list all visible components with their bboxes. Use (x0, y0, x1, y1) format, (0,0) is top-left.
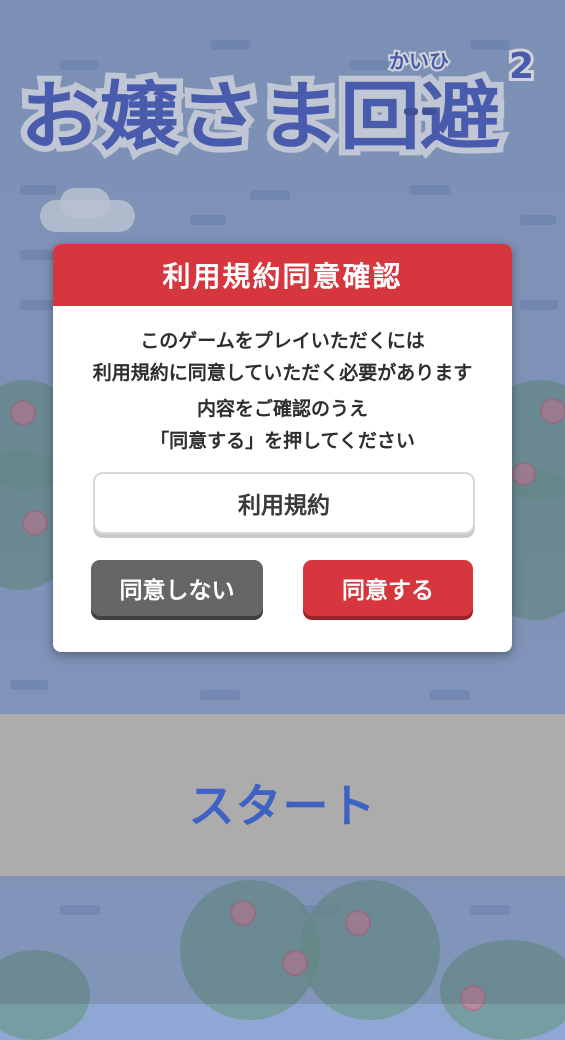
terms-button[interactable]: 利用規約 (93, 472, 475, 534)
agree-button[interactable]: 同意する (303, 560, 473, 616)
dialog-message-line-3: 内容をご確認のうえ (196, 398, 368, 420)
dialog-message-line-1: このゲームをプレイいただくには (140, 330, 425, 352)
start-label: スタート (188, 779, 377, 833)
terms-consent-dialog: 利用規約同意確認 このゲームをプレイいただくには 利用規約に同意していただく必要… (53, 244, 512, 652)
dialog-message-line-4: 「同意する」を押してください (150, 430, 415, 452)
disagree-button[interactable]: 同意しない (91, 560, 263, 616)
dialog-message-line-2: 利用規約に同意していただく必要があります (92, 362, 473, 384)
dialog-title: 利用規約同意確認 (53, 244, 512, 306)
